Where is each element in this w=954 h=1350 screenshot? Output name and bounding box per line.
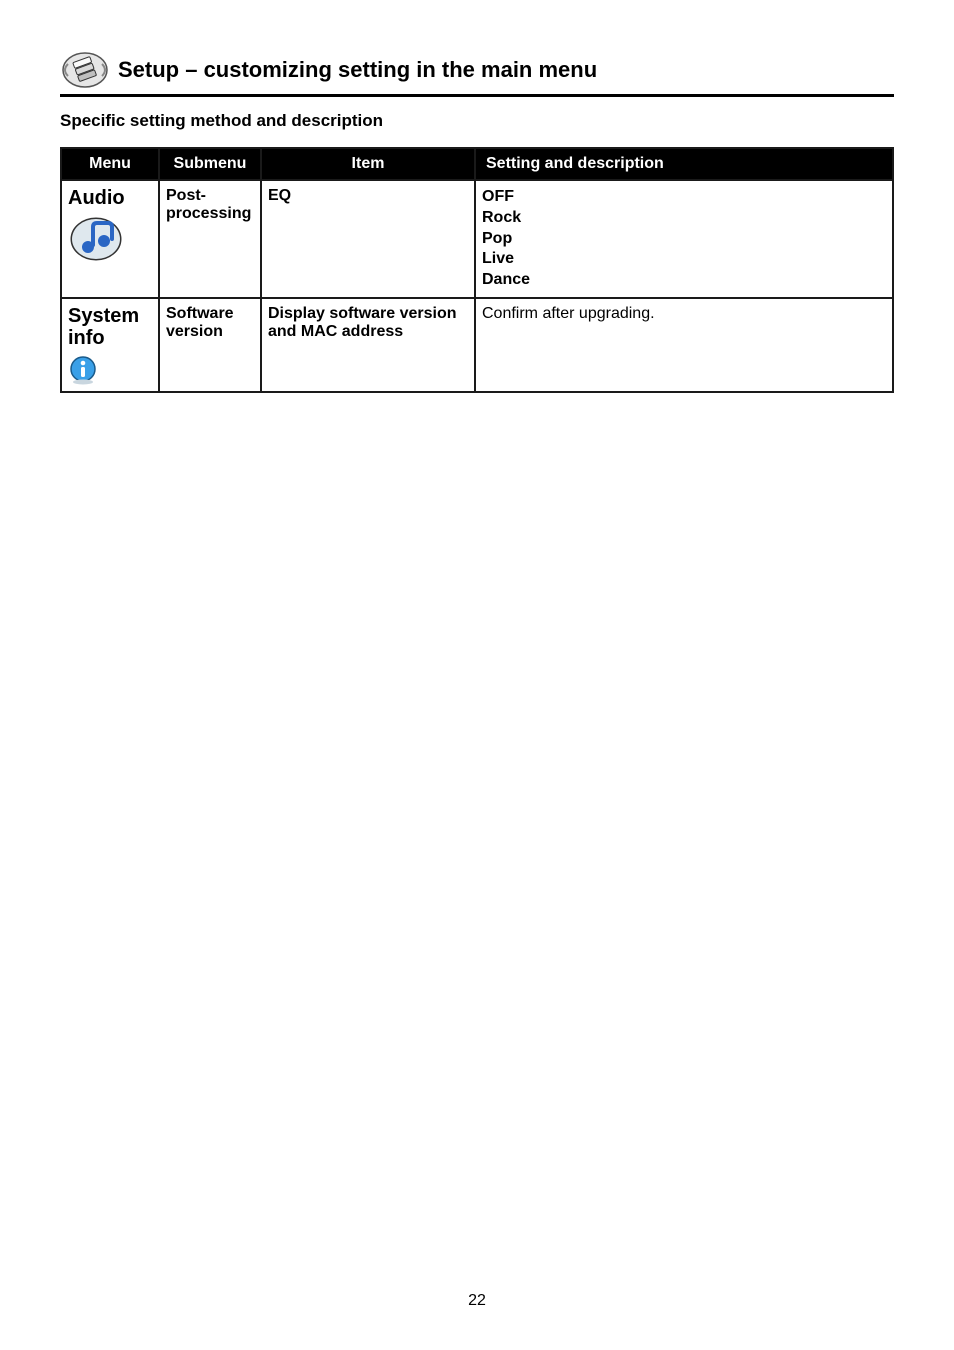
header-rule bbox=[60, 94, 894, 97]
item-cell: Display software version and MAC address bbox=[261, 298, 475, 392]
desc-cell: OFF Rock Pop Live Dance bbox=[475, 180, 893, 298]
col-header-menu: Menu bbox=[61, 148, 159, 180]
desc-line: Pop bbox=[482, 229, 886, 250]
menu-cell-system-info: System info bbox=[61, 298, 159, 392]
page-number: 22 bbox=[0, 1292, 954, 1310]
menu-label: Audio bbox=[68, 187, 152, 209]
page-header: Setup – customizing setting in the main … bbox=[60, 50, 894, 90]
table-row: System info Software version Display bbox=[61, 298, 893, 392]
submenu-cell: Software version bbox=[159, 298, 261, 392]
desc-line: OFF bbox=[482, 187, 886, 208]
settings-table: Menu Submenu Item Setting and descriptio… bbox=[60, 147, 894, 393]
menu-cell-audio: Audio bbox=[61, 180, 159, 298]
item-text: EQ bbox=[268, 187, 291, 204]
info-icon bbox=[68, 355, 98, 385]
page: Setup – customizing setting in the main … bbox=[0, 0, 954, 1350]
submenu-text: Post-processing bbox=[166, 187, 251, 222]
page-title: Setup – customizing setting in the main … bbox=[118, 57, 597, 83]
item-cell: EQ bbox=[261, 180, 475, 298]
col-header-item: Item bbox=[261, 148, 475, 180]
col-header-submenu: Submenu bbox=[159, 148, 261, 180]
desc-line: Confirm after upgrading. bbox=[482, 305, 655, 322]
col-header-desc: Setting and description bbox=[475, 148, 893, 180]
submenu-text: Software version bbox=[166, 305, 234, 340]
setup-icon bbox=[60, 50, 110, 90]
section-subtitle: Specific setting method and description bbox=[60, 111, 894, 131]
item-text: Display software version and MAC address bbox=[268, 305, 457, 340]
submenu-cell: Post-processing bbox=[159, 180, 261, 298]
menu-label: System info bbox=[68, 305, 152, 349]
desc-line: Live bbox=[482, 249, 886, 270]
desc-line: Dance bbox=[482, 270, 886, 291]
table-row: Audio Post-processing bbox=[61, 180, 893, 298]
desc-cell: Confirm after upgrading. bbox=[475, 298, 893, 392]
table-header-row: Menu Submenu Item Setting and descriptio… bbox=[61, 148, 893, 180]
desc-line: Rock bbox=[482, 208, 886, 229]
audio-icon bbox=[68, 215, 124, 263]
